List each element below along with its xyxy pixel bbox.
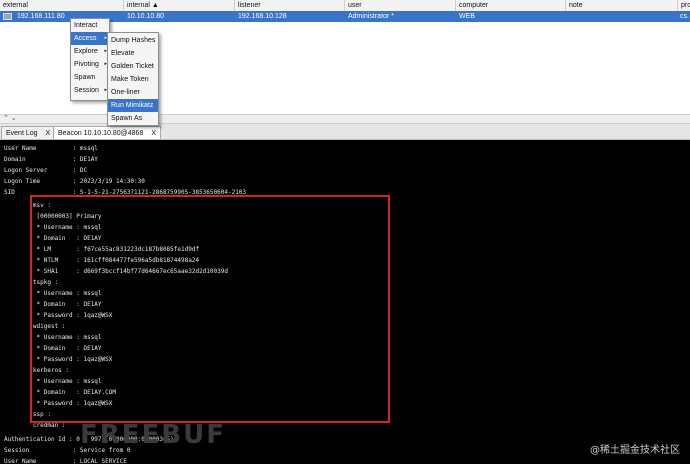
- menu-item-pivoting[interactable]: Pivoting ▸: [71, 58, 109, 71]
- menu-item-label: Interact: [74, 22, 98, 29]
- context-menu: Interact Access ▸ Explore ▸ Pivoting ▸ Spaw…: [70, 18, 110, 101]
- watermark-logo: FREEBUF: [80, 420, 226, 450]
- menu-item-run-mimikatz[interactable]: Run Mimikatz: [108, 99, 158, 112]
- menu-item-one-liner[interactable]: One-liner: [108, 86, 158, 99]
- menu-item-label: Spawn: [74, 74, 96, 81]
- menu-item-label: Access: [74, 35, 97, 42]
- console-line: Logon Time : 2023/3/19 14:30:30: [4, 178, 145, 185]
- console-line: User Name : LOCAL SERVICE: [4, 458, 127, 464]
- highlight-box: [30, 195, 390, 423]
- column-header-external[interactable]: external: [0, 0, 124, 11]
- watermark-text: @稀土掘金技术社区: [590, 445, 680, 456]
- column-header-computer[interactable]: computer: [456, 0, 566, 11]
- menu-item-access[interactable]: Access ▸: [71, 32, 109, 45]
- menu-item-interact[interactable]: Interact: [71, 19, 109, 32]
- pane-splitter[interactable]: ⌃ ⌄: [0, 114, 690, 124]
- cell-user: Administrator *: [348, 13, 394, 20]
- menu-item-spawn[interactable]: Spawn: [71, 71, 109, 84]
- menu-item-make-token[interactable]: Make Token: [108, 73, 158, 86]
- menu-item-explore[interactable]: Explore ▸: [71, 45, 109, 58]
- tab-event-log[interactable]: Event Log X: [1, 126, 56, 139]
- menu-item-elevate[interactable]: Elevate: [108, 47, 158, 60]
- column-header-internal[interactable]: internal ▲: [124, 0, 235, 11]
- menu-item-label: Pivoting: [74, 61, 99, 68]
- menu-item-session[interactable]: Session ▸: [71, 84, 109, 97]
- cell-internal: 10.10.10.80: [127, 13, 164, 20]
- console-line: Domain : DE1AY: [4, 156, 98, 163]
- column-header-process[interactable]: pro: [678, 0, 690, 11]
- menu-item-label: Session: [74, 87, 99, 94]
- cell-process: cs.: [680, 13, 689, 20]
- column-header-user[interactable]: user: [345, 0, 456, 11]
- menu-item-dump-hashes[interactable]: Dump Hashes: [108, 34, 158, 47]
- console-line: User Name : mssql: [4, 145, 98, 152]
- collapse-arrows-icon[interactable]: ⌃ ⌄: [3, 115, 17, 123]
- menu-item-golden-ticket[interactable]: Golden Ticket: [108, 60, 158, 73]
- menu-item-spawn-as[interactable]: Spawn As: [108, 112, 158, 125]
- beacon-computer-icon: [3, 13, 12, 20]
- tab-label: Event Log: [6, 130, 38, 137]
- tab-beacon[interactable]: Beacon 10.10.10.80@4868 X: [53, 126, 162, 139]
- console-line: Logon Server : DC: [4, 167, 88, 174]
- column-header-note[interactable]: note: [566, 0, 678, 11]
- cell-external: 192.168.111.80: [17, 13, 65, 20]
- close-tab-icon[interactable]: X: [46, 130, 51, 137]
- menu-item-label: Explore: [74, 48, 98, 55]
- tab-label: Beacon 10.10.10.80@4868: [58, 130, 144, 137]
- cell-computer: WEB: [459, 13, 475, 20]
- close-tab-icon[interactable]: X: [151, 130, 156, 137]
- tab-bar: Event Log X Beacon 10.10.10.80@4868 X: [0, 124, 690, 140]
- column-header-listener[interactable]: listener: [235, 0, 345, 11]
- access-submenu: Dump Hashes Elevate Golden Ticket Make T…: [107, 32, 159, 126]
- cell-listener: 192.168.10.128: [238, 13, 287, 20]
